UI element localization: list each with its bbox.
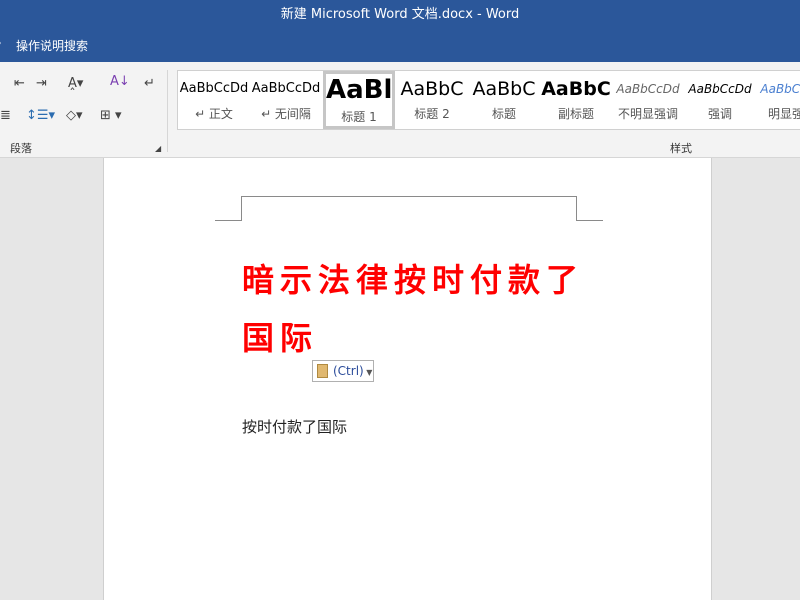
title-bar: 新建 Microsoft Word 文档.docx - Word <box>0 0 800 30</box>
ribbon: ⇤ ⇥ A̭▾ A↓ ↵ ≣ ↕☰▾ ◇▾ ⊞ ▾ 段落 ◢ AaBbCcDd ↵… <box>0 62 800 158</box>
margin-marker-left <box>215 220 242 221</box>
style-label: 标题 <box>491 107 516 121</box>
body-paragraph: 按时付款了国际 <box>242 418 348 436</box>
style-emphasis[interactable]: AaBbCcDd 强调 <box>684 71 756 129</box>
style-sample: AaBbCcDd <box>251 81 321 96</box>
style-sample: AaBbC <box>541 78 611 100</box>
style-sample: AaBbCcDd <box>179 81 249 96</box>
increase-indent-icon[interactable]: ⇥ <box>36 76 47 91</box>
style-label: ↵ 无间隔 <box>261 107 311 121</box>
style-normal[interactable]: AaBbCcDd ↵ 正文 <box>178 71 250 129</box>
lightbulb-icon: ? <box>0 30 1 62</box>
style-subtle-emphasis[interactable]: AaBbCcDd 不明显强调 <box>612 71 684 129</box>
heading-line-1: 暗示法律按时付款了 <box>242 261 585 299</box>
line-spacing-icon[interactable]: ↕☰▾ <box>26 108 55 123</box>
dialog-launcher-icon[interactable]: ◢ <box>155 144 161 153</box>
style-sample: AaBbCcDd <box>760 82 800 96</box>
style-label: 不明显强调 <box>617 107 678 121</box>
style-label: 明显强调 <box>767 107 800 121</box>
chevron-down-icon: ▼ <box>363 368 373 377</box>
sort-icon[interactable]: A↓ <box>110 74 130 89</box>
style-heading-2[interactable]: AaBbC 标题 2 <box>396 71 468 129</box>
clipboard-icon <box>317 364 328 378</box>
justify-icon[interactable]: ≣ <box>0 108 11 123</box>
style-sample: AaBbCcDd <box>688 82 752 96</box>
style-sample: AaBbC <box>472 78 536 100</box>
style-sample: AaBbCcDd <box>616 82 680 96</box>
styles-gallery: AaBbCcDd ↵ 正文 AaBbCcDd ↵ 无间隔 AaBl 标题 1 AaBb… <box>177 70 800 130</box>
style-title[interactable]: AaBbC 标题 <box>468 71 540 129</box>
paste-options-label: (Ctrl) <box>333 364 364 378</box>
margin-marker-right <box>577 220 603 221</box>
header-margin-marker <box>241 196 577 221</box>
heading-line-2: 国际 <box>242 319 319 357</box>
paragraph-group-label: 段落 <box>10 142 32 155</box>
shading-icon[interactable]: ◇▾ <box>66 108 83 123</box>
style-subtitle[interactable]: AaBbC 副标题 <box>540 71 612 129</box>
paste-options-button[interactable]: (Ctrl) ▼ <box>312 360 374 382</box>
style-heading-1[interactable]: AaBl 标题 1 <box>323 71 395 129</box>
style-label: ↵ 正文 <box>195 107 233 121</box>
window-title: 新建 Microsoft Word 文档.docx - Word <box>280 7 520 22</box>
style-label: 标题 2 <box>414 107 450 121</box>
style-label: 标题 1 <box>341 110 377 124</box>
group-divider <box>167 70 168 152</box>
style-sample: AaBl <box>326 75 392 105</box>
decrease-indent-icon[interactable]: ⇤ <box>14 76 25 91</box>
style-sample: AaBbC <box>400 78 464 100</box>
style-intense-emphasis[interactable]: AaBbCcDd 明显强调 <box>756 71 800 129</box>
tell-me-bar: ? 操作说明搜索 <box>0 30 800 62</box>
text-direction-icon[interactable]: A̭▾ <box>68 76 83 91</box>
style-label: 强调 <box>707 107 732 121</box>
document-page[interactable]: 暗示法律按时付款了 国际 (Ctrl) ▼ 按时付款了国际 <box>103 158 712 600</box>
style-no-spacing[interactable]: AaBbCcDd ↵ 无间隔 <box>250 71 322 129</box>
styles-group-label: 样式 <box>670 142 692 155</box>
style-label: 副标题 <box>557 107 594 121</box>
borders-icon[interactable]: ⊞ ▾ <box>100 108 122 123</box>
tell-me-search[interactable]: 操作说明搜索 <box>16 39 88 53</box>
show-formatting-icon[interactable]: ↵ <box>144 76 155 91</box>
